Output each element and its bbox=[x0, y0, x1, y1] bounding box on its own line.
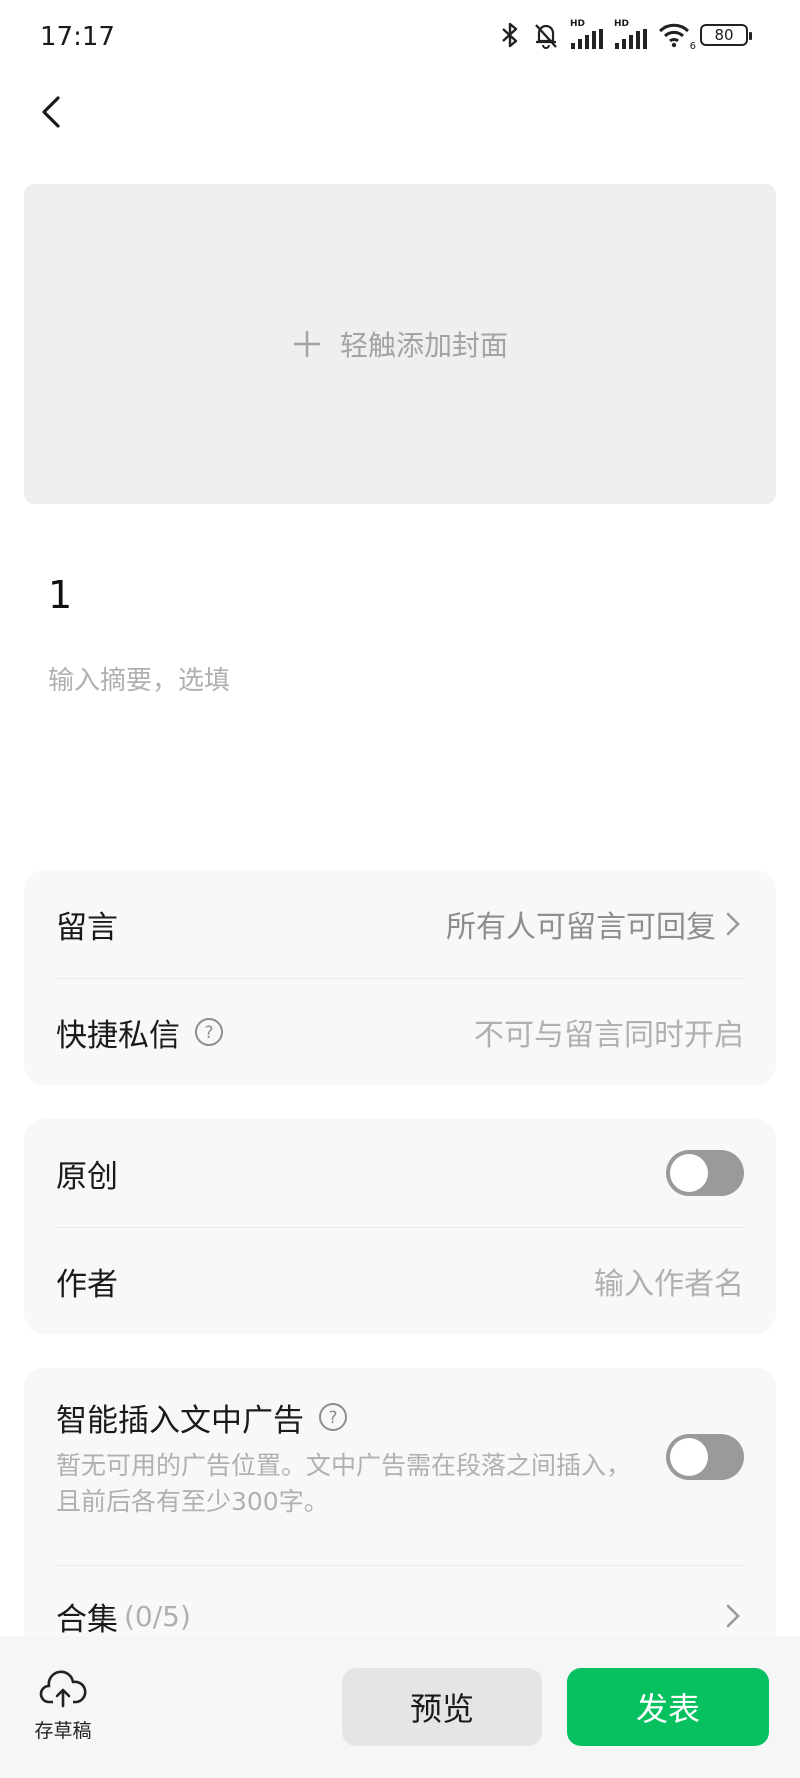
signal-icon bbox=[615, 29, 647, 49]
comments-card: 留言 所有人可留言可回复 快捷私信 ? 不可与留言同时开启 bbox=[24, 870, 776, 1085]
wifi: 6 bbox=[658, 22, 696, 52]
collection-label: 合集 bbox=[56, 1601, 118, 1638]
save-draft-label: 存草稿 bbox=[34, 1720, 92, 1742]
quick-message-label: 快捷私信 bbox=[56, 1017, 180, 1054]
wifi-icon bbox=[658, 23, 690, 47]
signal-icon bbox=[571, 29, 603, 49]
wifi-badge: 6 bbox=[689, 40, 696, 52]
chevron-left-icon bbox=[42, 96, 60, 128]
smart-ads-text: 智能插入文中广告 ? 暂无可用的广告位置。文中广告需在段落之间插入，且前后各有至… bbox=[56, 1395, 636, 1520]
author-label: 作者 bbox=[56, 1266, 118, 1303]
original-row: 原创 bbox=[56, 1119, 744, 1227]
comments-label: 留言 bbox=[56, 909, 118, 946]
help-icon[interactable]: ? bbox=[194, 1017, 224, 1047]
add-cover-button[interactable]: 轻触添加封面 bbox=[24, 184, 776, 504]
summary-input[interactable]: 输入摘要，选填 bbox=[48, 660, 230, 697]
muted-bell-icon bbox=[535, 23, 557, 49]
svg-text:?: ? bbox=[328, 1408, 337, 1428]
bluetooth-icon bbox=[502, 22, 518, 47]
hd-label: HD bbox=[570, 19, 586, 29]
save-draft-button[interactable]: 存草稿 bbox=[28, 1670, 98, 1743]
plus-icon bbox=[293, 331, 320, 357]
author-row[interactable]: 作者 输入作者名 bbox=[56, 1228, 744, 1334]
help-icon[interactable]: ? bbox=[318, 1402, 348, 1432]
article-title-input[interactable]: 1 bbox=[48, 573, 72, 617]
chevron-right-icon bbox=[726, 912, 740, 936]
author-input[interactable]: 输入作者名 bbox=[594, 1259, 744, 1303]
signal-2: HD bbox=[614, 20, 648, 49]
preview-button[interactable]: 预览 bbox=[342, 1668, 542, 1746]
ads-card: 智能插入文中广告 ? 暂无可用的广告位置。文中广告需在段落之间插入，且前后各有至… bbox=[24, 1368, 776, 1668]
smart-ads-row: 智能插入文中广告 ? 暂无可用的广告位置。文中广告需在段落之间插入，且前后各有至… bbox=[56, 1402, 744, 1516]
svg-text:?: ? bbox=[204, 1023, 213, 1043]
quick-message-value: 不可与留言同时开启 bbox=[474, 1018, 744, 1053]
original-toggle[interactable] bbox=[666, 1150, 744, 1196]
comments-value: 所有人可留言可回复 bbox=[446, 910, 716, 945]
add-cover-label: 轻触添加封面 bbox=[339, 329, 508, 362]
comments-row[interactable]: 留言 所有人可留言可回复 bbox=[56, 870, 744, 978]
original-label: 原创 bbox=[56, 1158, 118, 1195]
status-icons: HD HD 6 80 bbox=[498, 20, 752, 52]
smart-ads-toggle[interactable] bbox=[666, 1434, 744, 1480]
smart-ads-description: 暂无可用的广告位置。文中广告需在段落之间插入，且前后各有至少300字。 bbox=[56, 1450, 632, 1516]
collection-count: (0/5) bbox=[124, 1599, 191, 1633]
back-button[interactable] bbox=[30, 90, 74, 134]
signal-1: HD bbox=[570, 20, 604, 49]
cloud-upload-icon bbox=[39, 1670, 87, 1708]
publish-button[interactable]: 发表 bbox=[567, 1668, 769, 1746]
original-card: 原创 作者 输入作者名 bbox=[24, 1119, 776, 1334]
status-time: 17:17 bbox=[40, 22, 115, 52]
hd-label: HD bbox=[614, 19, 630, 29]
smart-ads-label: 智能插入文中广告 bbox=[56, 1402, 304, 1439]
battery-icon: 80 bbox=[700, 23, 752, 46]
quick-message-row[interactable]: 快捷私信 ? 不可与留言同时开启 bbox=[56, 979, 744, 1085]
chevron-right-icon bbox=[726, 1604, 740, 1628]
